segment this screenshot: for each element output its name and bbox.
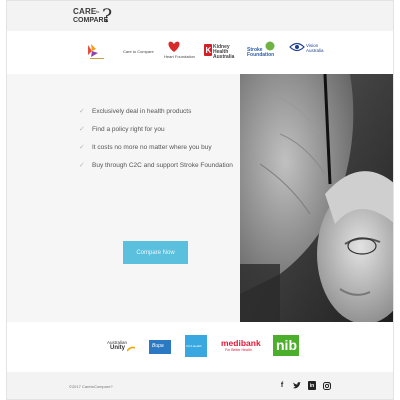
cua-health-label: CUA Health <box>186 344 202 348</box>
benefit-text: It costs no more no matter where you buy <box>92 143 212 151</box>
care-to-compare-logo[interactable]: CARE to COMPARE ? <box>73 5 117 28</box>
instagram-icon[interactable] <box>323 381 331 390</box>
benefit-text: Find a policy right for you <box>92 125 165 133</box>
nib-label: nib <box>276 337 297 353</box>
check-icon: ✓ <box>79 144 85 151</box>
partner-logo-stroke-foundation[interactable]: Stroke Foundation <box>247 39 277 65</box>
insurer-logos: Australian Unity Bupa CUA Health mediban… <box>7 322 393 372</box>
partner-logo-heart-foundation[interactable]: Heart Foundation <box>162 39 195 65</box>
page: CARE to COMPARE ? Care to Compare Heart … <box>6 0 394 400</box>
stroke-foundation-label: Stroke Foundation <box>247 47 275 58</box>
footer: ©2017 CaretoCompare? f in <box>7 372 393 399</box>
partner-logo-1[interactable] <box>82 39 106 65</box>
twitter-icon[interactable] <box>293 381 301 390</box>
benefit-item: ✓ It costs no more no matter where you b… <box>79 138 233 156</box>
benefit-text: Exclusively deal in health products <box>92 107 192 115</box>
australian-unity-label-2: Unity <box>110 345 125 351</box>
copyright-text: ©2017 CaretoCompare? <box>69 384 113 389</box>
kidney-icon: K <box>204 44 212 56</box>
vision-eye-icon <box>289 42 305 52</box>
medibank-label: medibank <box>221 338 261 348</box>
hero-content: ✓ Exclusively deal in health products ✓ … <box>7 74 240 322</box>
partner-logo-2[interactable]: Care to Compare <box>123 39 154 65</box>
benefit-item: ✓ Exclusively deal in health products <box>79 102 233 120</box>
vision-australia-label: Vision Australia <box>306 43 324 53</box>
unity-swoosh-icon <box>127 346 135 352</box>
benefit-item: ✓ Find a policy right for you <box>79 120 233 138</box>
partner-1-icon <box>88 44 104 59</box>
insurer-logo-nib[interactable]: nib <box>273 335 299 356</box>
twitter-bird-icon <box>293 382 301 389</box>
elderly-couple-photo <box>240 74 393 322</box>
logo-word-to: to <box>96 9 100 14</box>
benefit-text: Buy through C2C and support Stroke Found… <box>92 161 233 169</box>
logo-word-care: CARE <box>73 7 97 16</box>
facebook-icon[interactable]: f <box>278 381 286 390</box>
heart-icon <box>168 41 180 52</box>
check-icon: ✓ <box>79 108 85 115</box>
instagram-camera-icon <box>323 381 331 390</box>
insurer-logo-medibank[interactable]: medibank For Better Health <box>221 338 261 356</box>
heart-foundation-label: Heart Foundation <box>164 54 195 59</box>
insurer-logo-bupa[interactable]: Bupa <box>149 340 171 354</box>
linkedin-icon[interactable]: in <box>308 381 316 390</box>
check-icon: ✓ <box>79 126 85 133</box>
insurer-logo-cua-health[interactable]: CUA Health <box>185 335 207 357</box>
partner-logos: Care to Compare Heart Foundation K Kidne… <box>7 31 393 74</box>
logo-question-mark: ? <box>102 5 113 27</box>
medibank-tagline: For Better Health <box>225 348 252 352</box>
partner-logo-vision-australia[interactable]: Vision Australia <box>289 39 331 65</box>
benefit-item: ✓ Buy through C2C and support Stroke Fou… <box>79 156 233 174</box>
insurer-logo-australian-unity[interactable]: Australian Unity <box>107 339 137 357</box>
kidney-health-label: Kidney Health Australia <box>213 44 235 60</box>
partner-2-label: Care to Compare <box>123 49 154 54</box>
benefits-list: ✓ Exclusively deal in health products ✓ … <box>79 102 233 174</box>
bupa-label: Bupa <box>152 343 164 349</box>
check-icon: ✓ <box>79 162 85 169</box>
hero-photo <box>240 74 393 322</box>
header: CARE to COMPARE ? <box>7 1 393 31</box>
svg-text:K: K <box>206 46 212 55</box>
compare-now-button[interactable]: Compare Now <box>123 241 188 264</box>
partner-logo-kidney-health[interactable]: K Kidney Health Australia <box>204 39 234 65</box>
hero-section: ✓ Exclusively deal in health products ✓ … <box>7 74 393 322</box>
